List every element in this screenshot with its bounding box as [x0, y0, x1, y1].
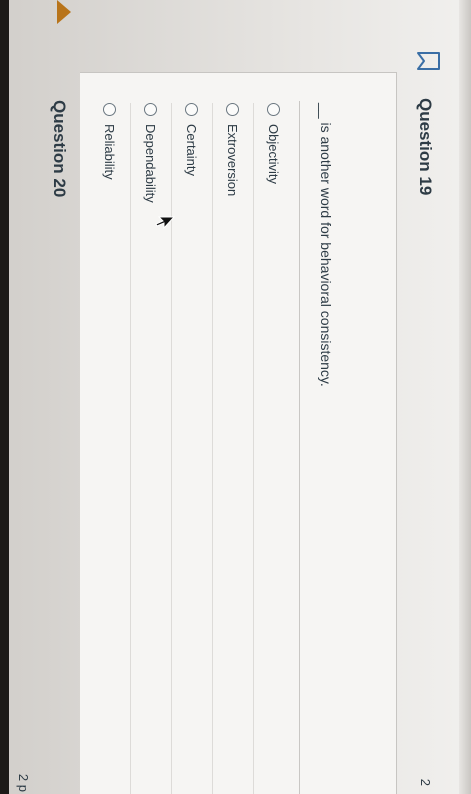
- divider: [299, 101, 300, 794]
- answer-option-objectivity[interactable]: Objectivity: [253, 103, 294, 794]
- radio-button[interactable]: [103, 103, 117, 116]
- flag-tab: [57, 0, 71, 24]
- radio-button[interactable]: [267, 103, 281, 116]
- bookmark-icon[interactable]: [415, 50, 441, 72]
- question-card: __ is another word for behavioral consis…: [80, 72, 397, 794]
- answer-option-certainty[interactable]: Certainty: [171, 103, 212, 794]
- screen-bezel: [0, 0, 9, 794]
- question-text: __ is another word for behavioral consis…: [318, 103, 334, 387]
- next-question-title: Question 20: [50, 100, 69, 198]
- question-points: 2: [418, 778, 433, 786]
- radio-button[interactable]: [144, 103, 158, 116]
- quiz-screen: Question 19 2 __ is another word for beh…: [0, 0, 471, 794]
- radio-button[interactable]: [185, 103, 199, 116]
- next-question-points: 2 p: [16, 773, 31, 792]
- answer-option-reliability[interactable]: Reliability: [90, 103, 130, 794]
- answer-label: Objectivity: [266, 124, 282, 184]
- answer-option-extroversion[interactable]: Extroversion: [212, 103, 253, 794]
- page-edge: [459, 0, 471, 794]
- question-title: Question 19: [416, 98, 435, 196]
- answer-label: Dependability: [143, 124, 159, 203]
- answer-label: Extroversion: [225, 124, 241, 197]
- answer-label: Certainty: [184, 124, 200, 177]
- cursor-icon: [155, 216, 175, 230]
- answer-list: Objectivity Extroversion Certainty Depen…: [90, 103, 294, 794]
- radio-button[interactable]: [226, 103, 240, 116]
- answer-label: Reliability: [102, 124, 118, 180]
- answer-option-dependability[interactable]: Dependability: [130, 103, 171, 794]
- question-header: Question 19 2: [397, 98, 443, 794]
